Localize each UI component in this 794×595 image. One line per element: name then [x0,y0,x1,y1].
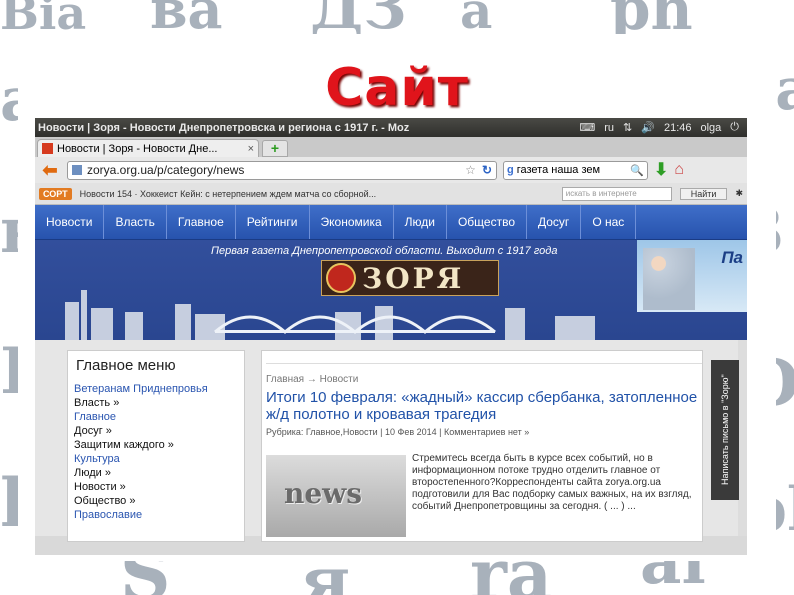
back-arrow-icon[interactable]: ⬅ [39,161,61,179]
menu-item[interactable]: Главное [167,205,236,239]
menu-item[interactable]: Общество [447,205,527,239]
city-skyline-illustration [65,290,595,340]
feedback-tab[interactable]: Написать письмо в "Зорю" [711,360,739,500]
article-headline[interactable]: Итоги 10 февраля: «жадный» кассир сберба… [266,389,702,423]
ad-text: Па [721,248,743,267]
site-main-menu: Новости Власть Главное Рейтинги Экономика Люд… [35,205,747,240]
clock[interactable]: 21:46 [664,122,692,134]
menu-item[interactable]: Экономика [310,205,394,239]
search-input[interactable]: g газета наша зем 🔍 [503,160,648,180]
user-name[interactable]: olga [701,122,722,134]
favicon-icon [42,143,53,154]
navigation-toolbar: ⬅ zorya.org.ua/p/category/news ☆ ↻ g газ… [35,157,747,183]
close-tab-icon[interactable]: × [248,143,254,155]
sidebar-menu-item[interactable]: Общество » [74,494,244,508]
article-area: Главная → Новости Итоги 10 февраля: «жад… [261,350,703,542]
decor-letter: ph [610,0,693,43]
decor-letter: ва [150,0,223,41]
reload-icon[interactable]: ↻ [482,163,492,177]
power-icon[interactable]: ⏻ [730,121,739,134]
menu-item[interactable]: Люди [394,205,447,239]
browser-screenshot: Новости | Зоря - Новости Днепропетровска… [35,118,747,555]
sidebar-menu-item[interactable]: Главное [74,410,244,424]
search-engine-icon[interactable]: g [507,164,514,176]
decor-letter: ДЗ [310,0,407,43]
sidebar-menu-item[interactable]: Ветеранам Приднепровья [74,382,244,396]
web-page: Новости Власть Главное Рейтинги Экономика Люд… [35,205,747,542]
main-menu-sidebar: Главное меню Ветеранам Приднепровья Власт… [67,350,245,542]
search-icon[interactable]: 🔍 [630,164,644,177]
article-excerpt: Стремитесь всегда быть в курсе всех собы… [412,453,692,512]
sidebar-menu-item[interactable]: Люди » [74,466,244,480]
download-arrow-icon[interactable]: ⬇ [654,160,668,180]
address-bar[interactable]: zorya.org.ua/p/category/news ☆ ↻ [67,160,497,180]
article-meta: Рубрика: Главное,Новости | 10 Фев 2014 |… [266,427,530,437]
slide-title: Сайт [325,58,469,118]
site-identity-icon[interactable] [72,165,82,175]
menu-item[interactable]: Власть [104,205,167,239]
advertisement-banner[interactable]: Па [637,240,747,312]
language-indicator[interactable]: ru [604,122,614,134]
system-top-bar: Новости | Зоря - Новости Днепропетровска… [35,118,747,137]
home-icon[interactable]: ⌂ [674,161,684,179]
tab-label: Новости | Зоря - Новости Дне... [57,142,218,155]
bookmark-button[interactable]: СОРТ [39,187,72,200]
search-value: газета наша зем [516,164,601,176]
browser-tab[interactable]: Новости | Зоря - Новости Дне... × [37,139,259,157]
sidebar-menu-item[interactable]: Культура [74,452,244,466]
decor-letter: а [460,0,493,40]
sidebar-menu-item[interactable]: Власть » [74,396,244,410]
article-thumbnail[interactable]: news [266,455,406,537]
site-header-banner: Первая газета Днепропетровской области. … [35,240,747,340]
thumbnail-text: news [284,477,363,510]
sidebar-menu-item[interactable]: Православие [74,508,244,522]
star-icon[interactable]: ☆ [465,163,476,177]
sidebar-heading: Главное меню [76,357,176,374]
sidebar-menu-item[interactable]: Новости » [74,480,244,494]
site-slogan: Первая газета Днепропетровской области. … [211,245,558,257]
network-icon[interactable]: ⇅ [623,121,632,134]
settings-gear-icon[interactable]: ✱ [735,188,743,199]
menu-item[interactable]: О нас [581,205,637,239]
tab-strip: Новости | Зоря - Новости Дне... × + [35,137,747,157]
window-title: Новости | Зоря - Новости Днепропетровска… [38,121,410,134]
menu-item[interactable]: Досуг [527,205,582,239]
menu-item[interactable]: Новости [35,205,105,239]
system-tray: ⌨ ru ⇅ 🔊 21:46 olga ⏻ [579,121,747,134]
page-content: Главное меню Ветеранам Приднепровья Власт… [35,340,747,542]
keyboard-icon[interactable]: ⌨ [579,121,595,134]
volume-icon[interactable]: 🔊 [641,121,655,134]
menu-item[interactable]: Рейтинги [236,205,310,239]
url-text: zorya.org.ua/p/category/news [87,163,245,177]
new-tab-button[interactable]: + [262,140,288,157]
bookmarks-toolbar: СОРТ Новости 154 · Хоккеист Кейн: с нете… [35,183,747,205]
bookmark-link[interactable]: Новости 154 · Хоккеист Кейн: с нетерпени… [80,189,376,199]
decor-letter: Bia [0,0,87,40]
page-scrollbar[interactable] [738,340,747,536]
toolbar-search-input[interactable]: искать в интернете [561,186,672,201]
people-photo [643,248,695,310]
breadcrumb[interactable]: Главная → Новости [266,363,702,385]
sidebar-menu-item[interactable]: Досуг » [74,424,244,438]
sidebar-menu-item[interactable]: Защитим каждого » [74,438,244,452]
toolbar-search-button[interactable]: Найти [679,187,728,200]
